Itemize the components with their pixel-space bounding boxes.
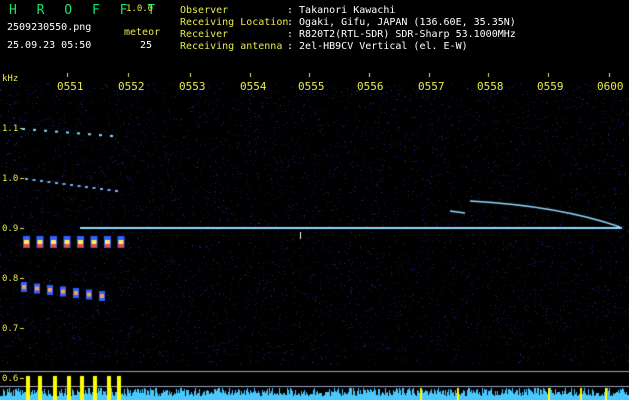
location-label: Receiving Location [180, 17, 289, 28]
app-version: 1.0.0 [126, 4, 154, 14]
antenna-value: : 2el-HB9CV Vertical (el. E-W) [287, 41, 468, 52]
spectrogram-window: H R O F F T 1.0.0 2509230550.png 25.09.2… [0, 0, 629, 400]
observer-label: Observer [180, 5, 229, 16]
freq-tick-1-1: 1.1 [2, 124, 19, 134]
freq-tick-0-7: 0.7 [2, 324, 19, 334]
time-tick-0554: 0554 [240, 80, 267, 93]
time-tick-0552: 0552 [118, 80, 145, 93]
time-tick-0551: 0551 [57, 80, 84, 93]
receiver-value: : R820T2(RTL-SDR) SDR-Sharp 53.1000MHz [287, 29, 516, 40]
freq-tick-0-6: 0.6 [2, 374, 19, 384]
antenna-label: Receiving antenna [180, 41, 283, 52]
time-tick-0600: 0600 [597, 80, 624, 93]
time-tick-0555: 0555 [298, 80, 325, 93]
time-tick-0553: 0553 [179, 80, 206, 93]
file-datetime: 25.09.23 05:50 [7, 40, 92, 51]
receiver-label: Receiver [180, 29, 229, 40]
observer-value: : Takanori Kawachi [287, 5, 396, 16]
freq-tick-1-0: 1.0 [2, 174, 19, 184]
time-tick-0559: 0559 [537, 80, 564, 93]
freq-tick-0-9: 0.9 [2, 224, 19, 234]
time-tick-0557: 0557 [418, 80, 445, 93]
freq-unit-label: kHz [2, 74, 19, 84]
time-tick-0556: 0556 [357, 80, 384, 93]
time-tick-0558: 0558 [477, 80, 504, 93]
file-name: 2509230550.png [7, 22, 92, 33]
meteor-label: meteor [124, 27, 161, 38]
location-value: : Ogaki, Gifu, JAPAN (136.60E, 35.35N) [287, 17, 516, 28]
freq-tick-0-8: 0.8 [2, 274, 19, 284]
meteor-count: 25 [140, 40, 153, 51]
spectrogram-canvas [0, 73, 629, 400]
